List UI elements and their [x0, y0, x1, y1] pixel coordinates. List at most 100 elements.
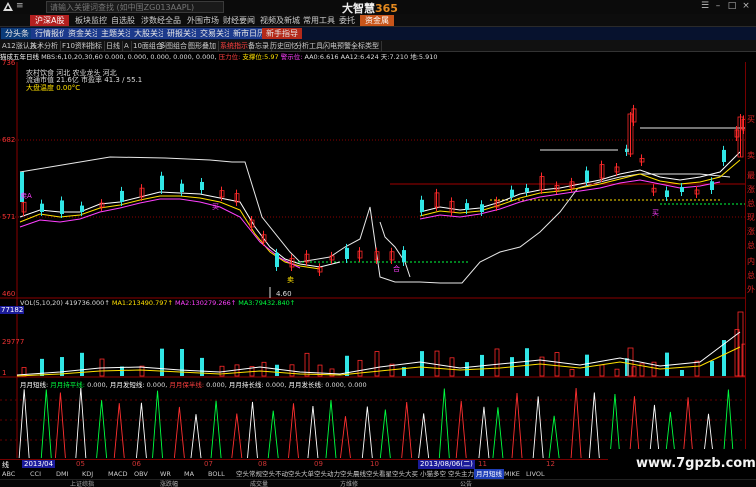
right-strip-label: 内 — [747, 257, 755, 266]
candle-body — [465, 203, 469, 210]
volume-bar — [494, 348, 500, 377]
close-icon[interactable]: × — [741, 1, 751, 11]
status-item[interactable]: 上证综指 — [70, 479, 94, 487]
tab-wr[interactable]: WR — [160, 469, 171, 479]
osc-value: 0.000, — [146, 381, 168, 389]
volume-bar — [665, 352, 669, 376]
watermark: www.7gpzb.com — [608, 449, 756, 479]
date-label: 10 — [370, 460, 379, 468]
tool-indicator[interactable]: 指标 — [86, 41, 105, 51]
tab-mike[interactable]: MIKE — [504, 469, 520, 479]
aa0-label: AA0: — [304, 53, 320, 61]
tab-dmi[interactable]: DMI — [56, 469, 69, 479]
volume-bar — [585, 354, 589, 376]
volume-bar — [160, 348, 164, 376]
osc-label-long: 月月持长线: — [228, 381, 264, 389]
volume-bar — [275, 364, 279, 376]
menu-item-finance-news[interactable]: 财经要闻 — [218, 15, 260, 26]
tool-technical[interactable]: 技术分析 — [28, 41, 61, 51]
tab-boll[interactable]: BOLL — [208, 469, 225, 479]
sky-value: 7.210 — [389, 53, 409, 61]
tab-cci[interactable]: CCI — [30, 469, 41, 479]
status-item[interactable]: 方维修 — [340, 479, 358, 487]
tab-macd[interactable]: MACD — [108, 469, 127, 479]
oscillator-peak — [173, 406, 185, 459]
menu-item-capital[interactable]: 资金属 — [360, 15, 394, 26]
right-info-strip[interactable]: 买 卖 最 涨 总 现 涨 总 内 总 外 — [745, 62, 756, 458]
tool-overlay[interactable]: 图形叠加 — [186, 41, 219, 51]
date-label: 09 — [314, 460, 323, 468]
search-input[interactable] — [46, 1, 224, 13]
indicator-values: 0.000, 0.000, 0.000, 0.000, 0.000, — [104, 53, 217, 61]
tab-kdj[interactable]: KDJ — [82, 469, 93, 479]
menu-item-trade[interactable]: 委托 — [334, 15, 360, 26]
tab-cat-longshort[interactable]: 小猫多空 — [420, 469, 446, 479]
volume-bar — [680, 369, 684, 376]
tab-bear-bigorder[interactable]: 空头大单 — [288, 469, 314, 479]
quick-item-beginner-guide[interactable]: 新手指导 — [262, 28, 302, 39]
tool-daily[interactable]: 日线 — [104, 41, 123, 51]
candle-body — [180, 183, 184, 192]
osc-value: 0.000, — [87, 381, 108, 389]
menu-icon[interactable]: ≡ — [16, 1, 24, 11]
volume-ma1-line — [16, 331, 741, 376]
candle-body — [420, 199, 424, 212]
tab-bear-star[interactable]: 空头看星 — [366, 469, 392, 479]
candle-body — [60, 200, 64, 214]
low-price-label: 4.60 — [276, 290, 292, 298]
volume-axis-mid: 29777 — [2, 338, 25, 346]
status-bar: 上证综指 涨跌幅 成交量 方维修 公告 — [0, 479, 756, 487]
tab-monthly-short[interactable]: 月月短线 — [474, 469, 504, 479]
kline-chart[interactable]: 736 682 571 460 农村饮食 河北 农业龙头 河北 流通市值 21.… — [0, 59, 747, 459]
support-value: 5.97 — [264, 53, 279, 61]
maximize-icon[interactable]: □ — [727, 1, 737, 11]
price-axis-682: 682 — [2, 136, 16, 144]
tab-bear-still[interactable]: 空头不动 — [262, 469, 288, 479]
tab-obv[interactable]: OBV — [134, 469, 148, 479]
candle-body — [510, 189, 514, 197]
menu-item-shenzhen-a[interactable]: 沪深A股 — [30, 15, 70, 26]
date-label: 08 — [258, 460, 267, 468]
status-item[interactable]: 公告 — [460, 479, 472, 487]
ground-label: 地: — [410, 53, 419, 61]
oscillator-peak — [340, 416, 351, 459]
date-label: 07 — [204, 460, 213, 468]
quick-item-headline[interactable]: 分头条 — [1, 28, 33, 39]
candle-body — [625, 148, 629, 152]
tab-bear-morning[interactable]: 空头晨线 — [340, 469, 366, 479]
volume-bar — [434, 350, 440, 377]
tab-bear-power[interactable]: 空头动力 — [314, 469, 340, 479]
right-strip-label: 外 — [747, 285, 755, 294]
oscillator-peak — [492, 407, 504, 459]
tool-coordinate-type[interactable]: 全标类型 — [349, 41, 382, 51]
volume-bar — [261, 361, 267, 377]
osc-value: 0.000, — [206, 381, 227, 389]
date-label: 05 — [76, 460, 85, 468]
chart-canvas[interactable] — [0, 62, 747, 459]
right-strip-label: 现 — [747, 213, 755, 222]
menu-item-products[interactable]: 涉数经全品 — [136, 15, 186, 26]
right-strip-label: 涨 — [747, 185, 755, 194]
volume-ma1-label: MA1: — [111, 299, 129, 307]
volume-bar — [525, 348, 529, 376]
oscillator-legend: 月月短线: 月月持平线: 0.000, 月月发短线: 0.000, 月月保半线:… — [20, 379, 367, 389]
tab-bear-main[interactable]: 空头主力 — [448, 469, 474, 479]
signal-label: 卖A — [20, 192, 32, 200]
menu-item-watchlist[interactable]: 自选股 — [106, 15, 140, 26]
oscillator-peak — [113, 403, 125, 459]
volume-bar — [465, 362, 469, 376]
date-axis: 线 2013/04 05 06 07 08 09 10 2013/08/06(二… — [0, 459, 608, 469]
status-item[interactable]: 涨跌幅 — [160, 479, 178, 487]
status-item[interactable]: 成交量 — [250, 479, 268, 487]
tab-abc[interactable]: ABC — [2, 469, 15, 479]
volume-bar — [60, 357, 64, 376]
price-axis-460: 460 — [2, 290, 16, 298]
tab-livol[interactable]: LIVOL — [526, 469, 545, 479]
tab-bear-buy[interactable]: 空头大买 — [392, 469, 418, 479]
warning-label: 警示位: — [280, 53, 303, 61]
minimize-icon[interactable]: – — [713, 1, 723, 11]
oscillator-peak — [210, 400, 222, 459]
settings-icon[interactable]: ☰ — [700, 1, 710, 11]
tab-ma[interactable]: MA — [184, 469, 194, 479]
tab-bear-normal[interactable]: 空头常规 — [236, 469, 262, 479]
